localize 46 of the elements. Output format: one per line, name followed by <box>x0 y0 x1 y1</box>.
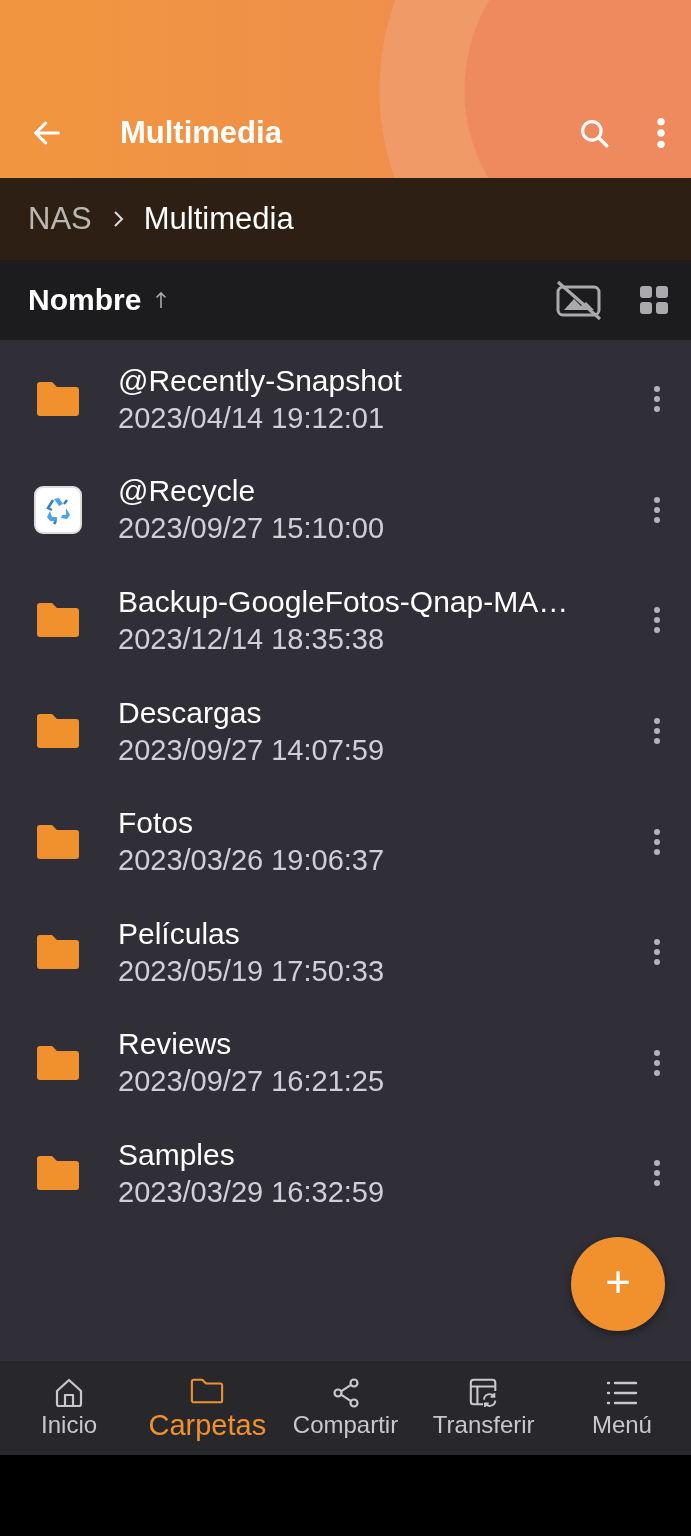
file-list-item[interactable]: Fotos 2023/03/26 19:06:37 <box>0 786 691 897</box>
file-list-item[interactable]: Reviews 2023/09/27 16:21:25 <box>0 1007 691 1119</box>
modified-date: 2023/04/14 19:12:01 <box>118 401 386 435</box>
file-name: Samples <box>118 1137 236 1172</box>
nav-tab[interactable]: Compartir <box>276 1377 415 1439</box>
recycle-bin-icon <box>34 485 82 534</box>
more-options-icon[interactable] <box>653 495 661 524</box>
nav-tab[interactable]: Transferir <box>414 1377 553 1439</box>
more-options-icon[interactable] <box>653 1048 661 1077</box>
arrow-up-icon[interactable] <box>155 291 168 309</box>
file-name: Backup-GoogleFotos-Qnap-MA… <box>118 585 570 619</box>
modified-date: 2023/12/14 18:35:38 <box>118 623 386 656</box>
modified-date: 2023/09/27 15:10:00 <box>118 512 386 546</box>
more-options-icon[interactable] <box>653 1159 661 1188</box>
modified-date: 2023/09/27 14:07:59 <box>118 733 386 767</box>
file-name: Películas <box>118 916 241 951</box>
nav-tab[interactable]: Inicio <box>0 1377 139 1439</box>
more-options-icon[interactable] <box>653 606 661 635</box>
nav-tab[interactable]: Menú <box>552 1377 691 1439</box>
more-options-icon[interactable] <box>653 385 661 414</box>
file-name: @Recycle <box>118 474 257 509</box>
file-list-item[interactable]: @Recently-Snapshot 2023/04/14 19:12:01 <box>0 344 691 455</box>
file-list-item[interactable]: Samples 2023/03/29 16:32:59 <box>0 1118 691 1229</box>
modified-date: 2023/09/27 16:21:25 <box>118 1065 386 1099</box>
more-options-icon[interactable] <box>653 938 661 967</box>
file-name: Descargas <box>118 695 263 730</box>
breadcrumb-item[interactable]: NAS <box>28 201 92 237</box>
file-list-item[interactable]: Descargas 2023/09/27 14:07:59 <box>0 675 691 787</box>
nav-tab[interactable]: Carpetas <box>138 1374 277 1442</box>
file-list-item[interactable]: Backup-GoogleFotos-Qnap-MA… 2023/12/14 18:35:38 <box>0 565 691 676</box>
sort-label[interactable]: Nombre <box>28 283 142 317</box>
file-list-item[interactable]: @Recycle 2023/09/27 15:10:00 <box>0 454 691 566</box>
modified-date: 2023/03/26 19:06:37 <box>118 844 386 878</box>
more-options-icon[interactable] <box>653 827 661 856</box>
modified-date: 2023/05/19 17:50:33 <box>118 954 386 988</box>
hide-thumbnails-icon[interactable] <box>555 280 603 320</box>
more-options-icon[interactable] <box>653 717 661 746</box>
breadcrumb-item[interactable]: Multimedia <box>143 201 294 237</box>
file-name: @Recently-Snapshot <box>118 363 403 398</box>
screen-title: Multimedia <box>120 115 284 151</box>
chevron-right-icon <box>111 209 124 229</box>
file-name: Reviews <box>118 1027 233 1062</box>
file-list-item[interactable]: Películas 2023/05/19 17:50:33 <box>0 896 691 1008</box>
grid-view-icon[interactable] <box>639 285 669 315</box>
file-name: Fotos <box>118 806 195 841</box>
modified-date: 2023/03/29 16:32:59 <box>118 1175 386 1209</box>
